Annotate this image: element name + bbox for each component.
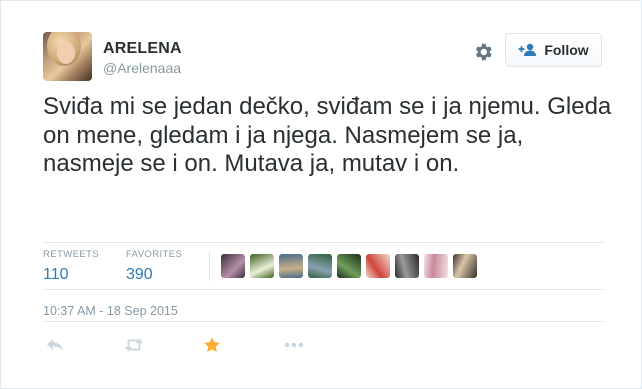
avatar-face (57, 42, 75, 64)
follow-button[interactable]: Follow (505, 33, 602, 67)
more-dots-icon (284, 342, 304, 348)
favoriter-avatar[interactable] (221, 254, 245, 278)
tweet-actions (43, 335, 313, 355)
reply-button[interactable] (44, 335, 66, 355)
more-button[interactable] (283, 335, 305, 355)
avatar[interactable] (43, 32, 92, 81)
favorites-label: FAVORITES (126, 249, 183, 260)
retweets-label: RETWEETS (43, 249, 99, 260)
reply-icon (47, 339, 63, 351)
favoriter-avatar[interactable] (366, 254, 390, 278)
stats-separator (209, 251, 210, 281)
favoriter-avatar[interactable] (279, 254, 303, 278)
star-icon (204, 337, 220, 353)
favorites-count: 390 (126, 266, 153, 283)
favorite-button[interactable] (201, 335, 223, 355)
favoriter-avatar[interactable] (308, 254, 332, 278)
favoriter-avatar[interactable] (250, 254, 274, 278)
tweet-text: Sviđa mi se jedan dečko, sviđam se i ja … (43, 93, 612, 177)
retweets-count: 110 (43, 266, 69, 283)
stats-bottom-divider (43, 289, 604, 290)
person-plus-icon (518, 43, 537, 56)
retweet-button[interactable] (123, 335, 145, 355)
tweet-timestamp[interactable]: 10:37 AM - 18 Sep 2015 (43, 304, 178, 318)
tweet-card: ARELENA @Arelenaaa Follow Sviđa mi se je… (0, 0, 642, 389)
retweet-icon (124, 338, 144, 352)
gear-icon[interactable] (472, 41, 494, 63)
favoriter-avatar[interactable] (424, 254, 448, 278)
favorites-stat[interactable]: FAVORITES 390 (126, 249, 182, 284)
stats-top-divider (43, 242, 604, 243)
favoriter-avatars (221, 254, 477, 278)
user-handle[interactable]: @Arelenaaa (103, 60, 181, 76)
actions-divider (43, 321, 604, 322)
follow-label: Follow (544, 42, 589, 58)
retweets-stat[interactable]: RETWEETS 110 (43, 249, 99, 284)
user-name[interactable]: ARELENA (103, 40, 182, 58)
favoriter-avatar[interactable] (337, 254, 361, 278)
favoriter-avatar[interactable] (395, 254, 419, 278)
favoriter-avatar[interactable] (453, 254, 477, 278)
